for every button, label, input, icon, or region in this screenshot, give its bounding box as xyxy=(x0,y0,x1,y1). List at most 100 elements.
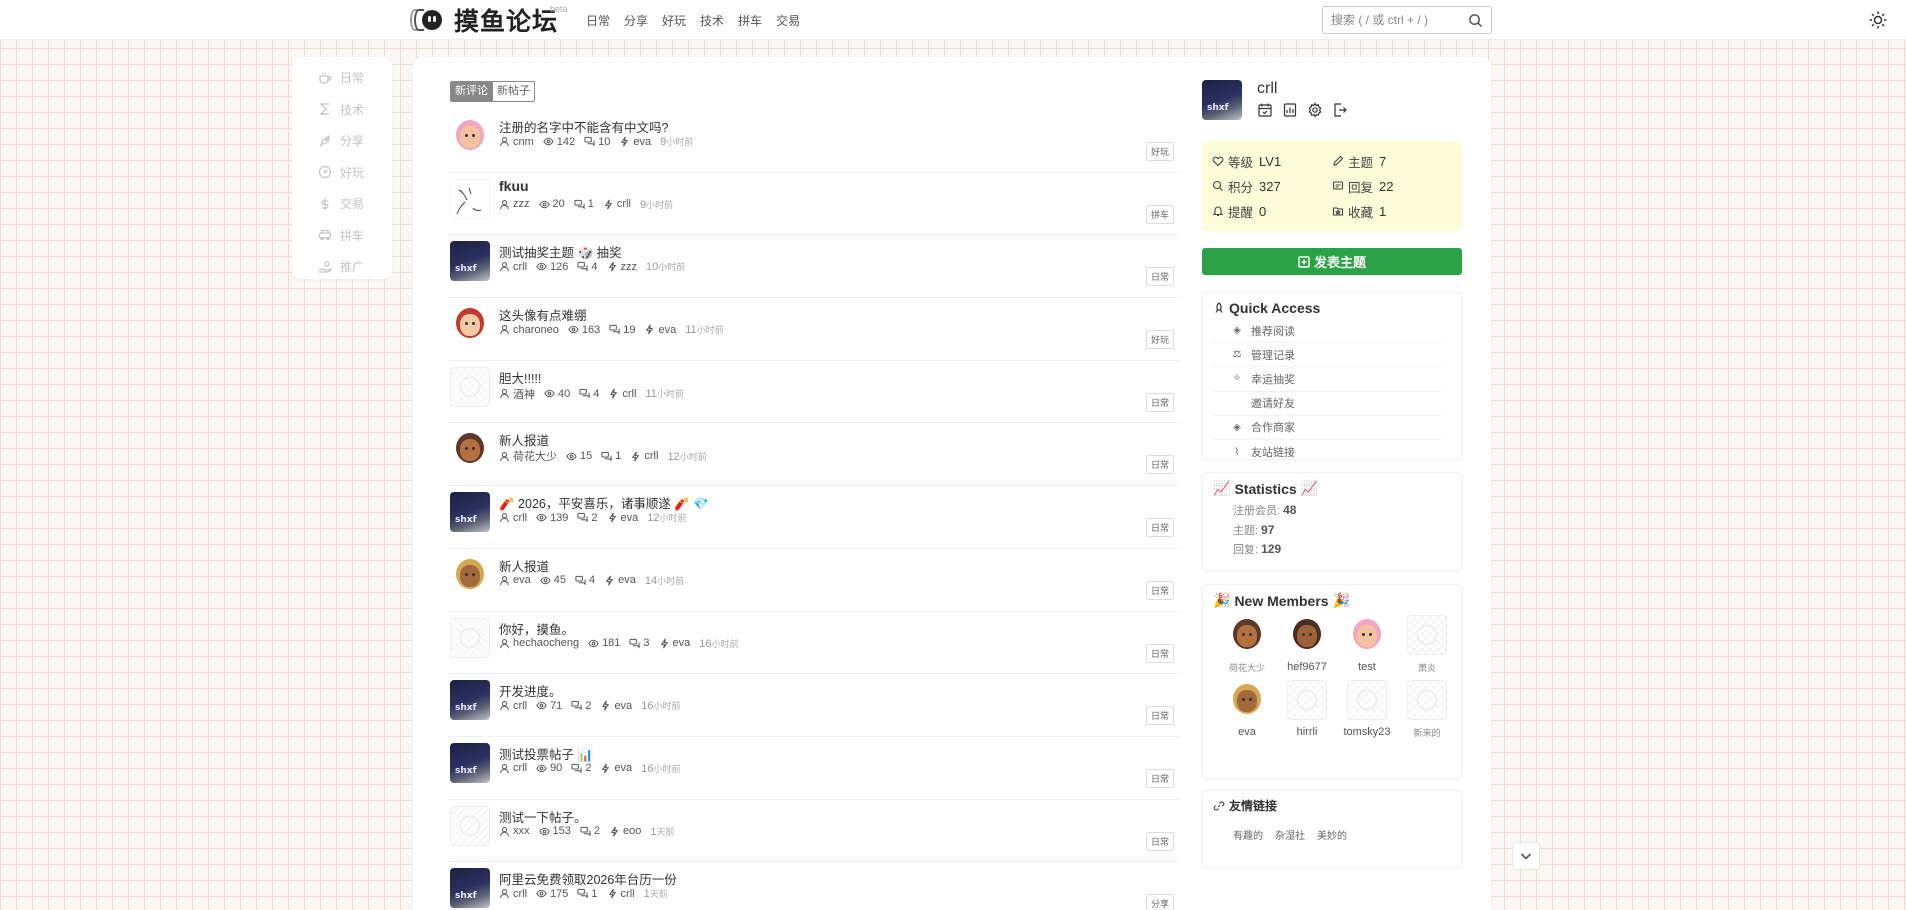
avatar[interactable] xyxy=(1407,680,1447,720)
member-item[interactable]: test xyxy=(1337,615,1397,674)
avatar[interactable] xyxy=(1287,615,1327,655)
new-topic-button[interactable]: 发表主题 xyxy=(1202,248,1462,275)
post-category-tag[interactable]: 日常 xyxy=(1145,455,1174,475)
top-nav-tech[interactable]: 技术 xyxy=(700,12,724,29)
avatar[interactable] xyxy=(450,366,490,407)
post-title[interactable]: 开发进度。 xyxy=(499,681,562,700)
user-name[interactable]: crll xyxy=(1257,80,1277,98)
post-category-tag[interactable]: 日常 xyxy=(1145,518,1174,538)
member-item[interactable]: 萧炎 xyxy=(1397,615,1457,674)
quick-access-item[interactable]: ⚖ 管理记录 xyxy=(1213,343,1441,368)
post-category-tag[interactable]: 拼车 xyxy=(1145,204,1174,224)
post-author[interactable]: cnm xyxy=(499,136,534,148)
post-author[interactable]: 荷花大少 xyxy=(499,448,557,464)
post-row[interactable]: 🧨 2026，平安喜乐，诸事顺遂 🧨 💎crll 139 2 eva 12小时前 日常 xyxy=(448,486,1180,549)
top-nav-share[interactable]: 分享 xyxy=(624,12,648,29)
post-row[interactable]: 胆大!!!!! 酒神 40 4 crll 11小时前 日常 xyxy=(448,361,1180,424)
top-nav-trade[interactable]: 交易 xyxy=(776,12,800,29)
post-last-reply[interactable]: eoo xyxy=(609,825,641,837)
post-category-tag[interactable]: 好玩 xyxy=(1145,142,1174,161)
avatar[interactable] xyxy=(450,680,490,721)
avatar[interactable] xyxy=(1347,680,1387,720)
member-item[interactable]: tomsky23 xyxy=(1337,680,1397,739)
quick-access-item[interactable]: ◈ 合作商家 xyxy=(1213,416,1441,440)
tab-new-posts[interactable]: 新帖子 xyxy=(493,81,535,102)
post-author[interactable]: crll xyxy=(499,762,527,774)
post-row[interactable]: 新人报道 荷花大少 15 1 crll 12小时前 日常 xyxy=(448,423,1180,487)
member-item[interactable]: hirrli xyxy=(1277,680,1337,739)
post-author[interactable]: 酒神 xyxy=(499,386,535,402)
search-input[interactable] xyxy=(1331,13,1461,27)
avatar[interactable] xyxy=(1347,615,1387,655)
post-last-reply[interactable]: eva xyxy=(607,512,638,524)
post-category-tag[interactable]: 日常 xyxy=(1145,392,1174,412)
post-row[interactable]: 测试一下帖子。 xxx 153 2 eoo 1天前 日常 xyxy=(448,800,1180,863)
post-author[interactable]: crll xyxy=(499,888,527,900)
post-title[interactable]: 你好，摸鱼。 xyxy=(499,619,574,638)
post-category-tag[interactable]: 好玩 xyxy=(1145,330,1174,350)
post-category-tag[interactable]: 日常 xyxy=(1145,643,1174,663)
stat-replies[interactable]: 回复 22 xyxy=(1332,176,1452,196)
post-last-reply[interactable]: eva xyxy=(619,136,651,148)
post-row[interactable]: 这头像有点难绷 charoneo 163 19 eva 11小时前 好玩 xyxy=(448,298,1180,361)
post-last-reply[interactable]: crll xyxy=(630,450,658,462)
avatar[interactable] xyxy=(450,429,490,470)
post-author[interactable]: eva xyxy=(499,574,531,586)
stat-reminders[interactable]: 提醒 0 xyxy=(1212,201,1332,221)
post-row[interactable]: 注册的名字中不能含有中文吗? cnm 142 10 eva 9小时前 好玩 xyxy=(448,110,1180,173)
sidebar-item-fun[interactable]: 好玩 xyxy=(292,157,392,189)
avatar[interactable] xyxy=(450,178,490,219)
avatar[interactable] xyxy=(1287,680,1327,720)
post-title[interactable]: 测试一下帖子。 xyxy=(499,807,587,826)
post-last-reply[interactable]: eva xyxy=(659,637,690,649)
post-author[interactable]: crll xyxy=(499,512,527,524)
post-author[interactable]: xxx xyxy=(499,825,530,837)
post-author[interactable]: crll xyxy=(499,261,527,273)
stat-points[interactable]: 积分 327 xyxy=(1212,176,1332,196)
post-category-tag[interactable]: 分享 xyxy=(1145,894,1174,910)
search-icon[interactable] xyxy=(1468,13,1483,28)
scroll-down-button[interactable] xyxy=(1512,842,1540,870)
member-item[interactable]: eva xyxy=(1217,680,1277,739)
sidebar-item-trade[interactable]: 交易 xyxy=(292,188,392,220)
post-author[interactable]: hechaocheng xyxy=(499,637,579,649)
avatar[interactable] xyxy=(450,492,490,533)
post-author[interactable]: crll xyxy=(499,700,527,712)
post-last-reply[interactable]: eva xyxy=(604,574,636,586)
post-last-reply[interactable]: eva xyxy=(600,762,632,774)
post-category-tag[interactable]: 日常 xyxy=(1145,706,1174,726)
avatar[interactable] xyxy=(450,617,490,658)
quick-access-item[interactable]: ◈ 推荐阅读 xyxy=(1213,319,1441,344)
post-title[interactable]: 新人报道 xyxy=(499,556,549,575)
member-item[interactable]: 荷花大少 xyxy=(1217,615,1277,674)
avatar[interactable] xyxy=(1227,615,1267,655)
post-category-tag[interactable]: 日常 xyxy=(1145,831,1174,851)
tab-new-comments[interactable]: 新评论 xyxy=(450,81,493,102)
quick-access-item[interactable]: ⌇ 友站链接 xyxy=(1213,440,1441,464)
avatar[interactable] xyxy=(1227,680,1267,720)
post-last-reply[interactable]: crll xyxy=(603,198,631,210)
sidebar-item-share[interactable]: 分享 xyxy=(292,125,392,157)
post-last-reply[interactable]: eva xyxy=(600,700,632,712)
post-row[interactable]: 测试投票帖子 📊crll 90 2 eva 16小时前 日常 xyxy=(448,737,1180,800)
report-icon[interactable] xyxy=(1282,102,1298,118)
post-title[interactable]: 新人报道 xyxy=(499,430,549,449)
post-last-reply[interactable]: crll xyxy=(608,388,636,400)
top-nav-fun[interactable]: 好玩 xyxy=(662,12,686,29)
post-category-tag[interactable]: 日常 xyxy=(1145,580,1174,600)
quick-access-item[interactable]: 邀请好友 xyxy=(1213,392,1441,416)
post-author[interactable]: zzz xyxy=(499,198,530,210)
avatar[interactable] xyxy=(450,868,490,909)
stat-favorites[interactable]: 收藏 1 xyxy=(1332,201,1452,221)
post-title[interactable]: 测试抽奖主题 🎲 抽奖 xyxy=(499,242,622,261)
avatar[interactable] xyxy=(450,805,490,846)
post-title[interactable]: 胆大!!!!! xyxy=(499,368,541,387)
post-row[interactable]: 测试抽奖主题 🎲 抽奖crll 126 4 zzz 10小时前 日常 xyxy=(448,235,1180,299)
logout-icon[interactable] xyxy=(1332,102,1348,118)
post-category-tag[interactable]: 日常 xyxy=(1145,267,1174,287)
top-nav-daily[interactable]: 日常 xyxy=(586,12,610,29)
friend-link[interactable]: 有趣的 xyxy=(1233,827,1263,842)
friend-link[interactable]: 美妙的 xyxy=(1317,827,1347,842)
avatar[interactable] xyxy=(450,304,490,345)
post-row[interactable]: fkuu zzz 20 1 crll 9小时前 拼车 xyxy=(448,173,1180,236)
